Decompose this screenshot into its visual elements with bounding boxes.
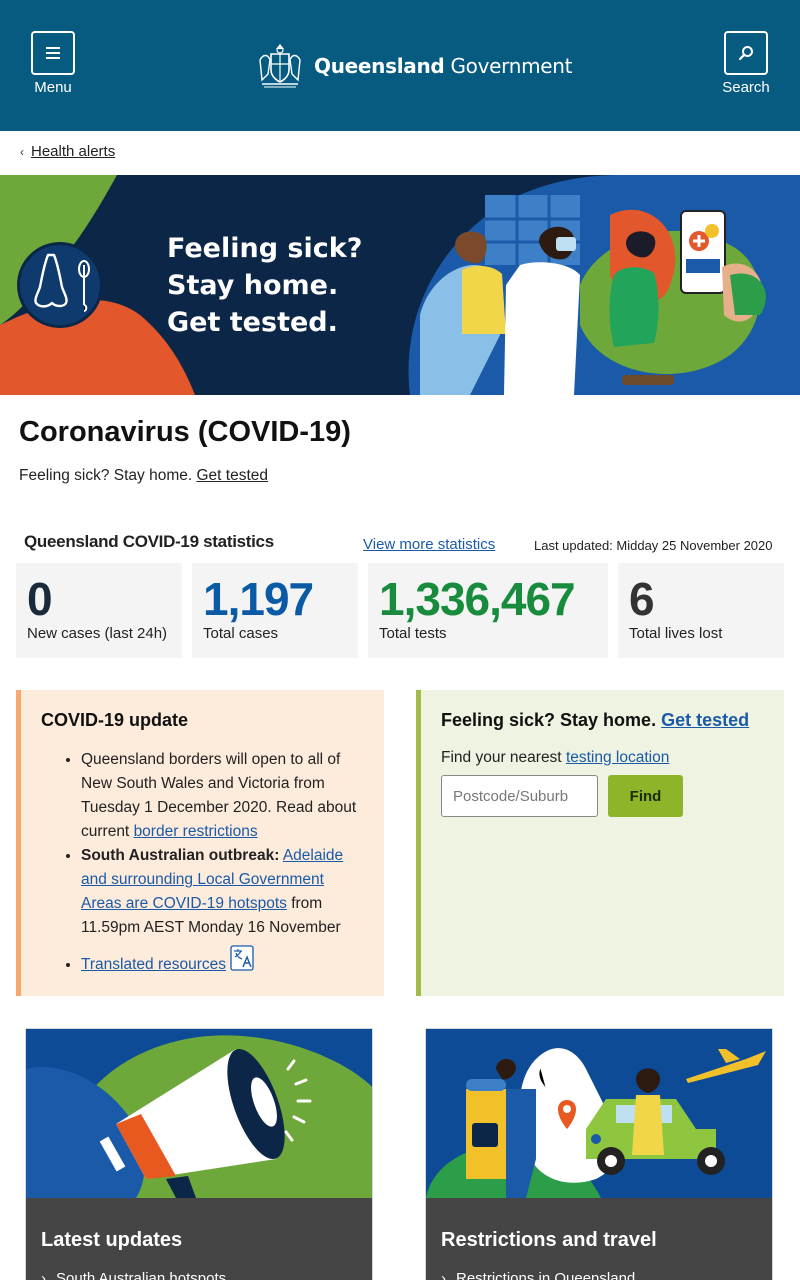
translated-resources-link[interactable]: Translated resources bbox=[81, 956, 226, 973]
hamburger-icon bbox=[46, 47, 60, 59]
menu-button[interactable] bbox=[31, 31, 75, 75]
search-label[interactable]: Search bbox=[706, 79, 786, 96]
card-link-label[interactable]: Restrictions in Queensland bbox=[456, 1270, 635, 1280]
stat-value: 6 bbox=[629, 573, 655, 625]
intro-text: Feeling sick? Stay home. Get tested bbox=[19, 467, 268, 485]
chevron-right-icon: › bbox=[441, 1270, 446, 1280]
stat-total-cases: 1,197 Total cases bbox=[192, 563, 358, 658]
stat-label: Total tests bbox=[379, 625, 447, 642]
card-link-label[interactable]: South Australian hotspots bbox=[56, 1270, 226, 1280]
site-header: Menu Queensland Government Search bbox=[0, 0, 800, 131]
find-button[interactable]: Find bbox=[608, 775, 683, 817]
testing-location-link[interactable]: testing location bbox=[566, 749, 669, 766]
stat-label: Total cases bbox=[203, 625, 279, 642]
banner-line-2: Stay home. bbox=[167, 270, 339, 301]
stat-new-cases: 0 New cases (last 24h) bbox=[16, 563, 182, 658]
list-item: South Australian outbreak: Adelaide and … bbox=[81, 844, 364, 940]
postcode-suburb-input[interactable] bbox=[441, 775, 598, 817]
get-tested-title: Feeling sick? Stay home. Get tested bbox=[441, 710, 764, 731]
find-nearest-text: Find your nearest bbox=[441, 749, 562, 766]
list-item: Queensland borders will open to all of N… bbox=[81, 748, 364, 844]
get-tested-title-text: Feeling sick? Stay home. bbox=[441, 710, 657, 730]
border-restrictions-link[interactable]: border restrictions bbox=[134, 823, 258, 840]
find-form: Find bbox=[441, 775, 764, 817]
search-button[interactable] bbox=[724, 31, 768, 75]
coat-of-arms-icon bbox=[259, 44, 301, 88]
card-title[interactable]: Restrictions and travel bbox=[441, 1229, 657, 1252]
chevron-left-icon: ‹ bbox=[20, 144, 24, 159]
covid-update-list: Queensland borders will open to all of N… bbox=[41, 748, 364, 977]
page-title: Coronavirus (COVID-19) bbox=[19, 416, 351, 448]
breadcrumb-health-alerts-link[interactable]: Health alerts bbox=[31, 143, 115, 160]
stat-total-tests: 1,336,467 Total tests bbox=[368, 563, 608, 658]
intro-get-tested-link[interactable]: Get tested bbox=[196, 467, 268, 484]
get-tested-panel: Feeling sick? Stay home. Get tested Find… bbox=[416, 690, 784, 996]
stat-label: Total lives lost bbox=[629, 625, 723, 642]
restrictions-travel-card[interactable]: Restrictions and travel › Restrictions in… bbox=[425, 1028, 773, 1280]
intro-static-text: Feeling sick? Stay home. bbox=[19, 467, 193, 484]
card-link-item[interactable]: › South Australian hotspots bbox=[41, 1270, 226, 1280]
megaphone-icon bbox=[26, 1029, 372, 1198]
travel-icon bbox=[426, 1029, 772, 1198]
covid-update-title: COVID-19 update bbox=[41, 710, 189, 730]
latest-updates-card[interactable]: Latest updates › South Australian hotspot… bbox=[25, 1028, 373, 1280]
stat-value: 0 bbox=[27, 573, 53, 625]
megaphone-illustration bbox=[26, 1029, 372, 1198]
chevron-right-icon: › bbox=[41, 1270, 46, 1280]
list-item: Translated resources bbox=[81, 945, 364, 977]
menu-label[interactable]: Menu bbox=[13, 79, 93, 96]
sa-outbreak-label: South Australian outbreak: bbox=[81, 847, 280, 864]
stat-label: New cases (last 24h) bbox=[27, 625, 168, 642]
stat-total-lives-lost: 6 Total lives lost bbox=[618, 563, 784, 658]
card-link-item[interactable]: › Restrictions in Queensland bbox=[441, 1270, 635, 1280]
card-title[interactable]: Latest updates bbox=[41, 1229, 182, 1252]
search-icon bbox=[738, 46, 753, 61]
logo-bold-text: Queensland bbox=[314, 54, 445, 78]
banner-line-3: Get tested. bbox=[167, 307, 338, 338]
find-location-text: Find your nearest testing location bbox=[441, 749, 764, 767]
travel-illustration bbox=[426, 1029, 772, 1198]
hero-banner: Feeling sick? Stay home. Get tested. bbox=[0, 175, 800, 395]
banner-text: Feeling sick? Stay home. Get tested. bbox=[167, 230, 362, 341]
logo-light-text: Government bbox=[450, 54, 573, 78]
stats-heading: Queensland COVID-19 statistics bbox=[24, 532, 274, 551]
covid-update-panel: COVID-19 update Queensland borders will … bbox=[16, 690, 384, 996]
translate-icon bbox=[230, 945, 254, 971]
banner-illustration bbox=[0, 175, 800, 395]
get-tested-title-link[interactable]: Get tested bbox=[661, 710, 749, 730]
stat-value: 1,336,467 bbox=[379, 573, 576, 625]
qld-government-logo[interactable]: Queensland Government bbox=[254, 40, 573, 92]
banner-line-1: Feeling sick? bbox=[167, 233, 363, 264]
breadcrumb: ‹ Health alerts bbox=[20, 143, 115, 160]
stats-last-updated: Last updated: Midday 25 November 2020 bbox=[534, 538, 773, 553]
view-more-statistics-link[interactable]: View more statistics bbox=[363, 536, 495, 553]
stat-value: 1,197 bbox=[203, 573, 314, 625]
